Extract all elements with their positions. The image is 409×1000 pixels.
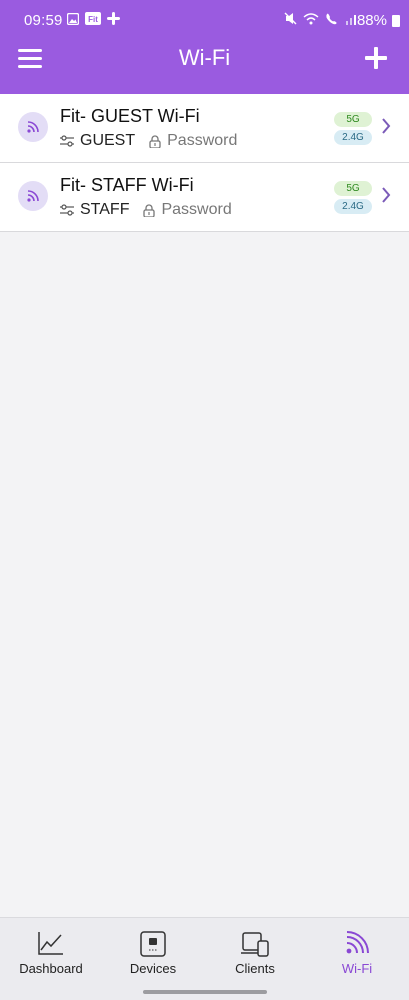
network-details: STAFF Password <box>60 201 232 219</box>
tab-label: Devices <box>129 961 177 976</box>
network-name: Fit- GUEST Wi-Fi <box>60 106 200 126</box>
battery-percentage: 88% <box>356 12 387 29</box>
fit-app-icon: Fit <box>85 12 101 25</box>
wifi-icon <box>346 931 369 954</box>
line-chart-icon <box>38 932 63 955</box>
tab-wifi[interactable]: Wi-Fi <box>306 918 408 988</box>
sliders-icon <box>60 135 74 147</box>
sliders-icon <box>60 204 74 216</box>
band-badges: 5G 2.4G <box>334 181 372 214</box>
status-time: 09:59 <box>24 12 63 29</box>
wifi-network-list: Fit- GUEST Wi-Fi GUEST Password 5G 2.4G <box>0 94 409 232</box>
wifi-network-row-guest[interactable]: Fit- GUEST Wi-Fi GUEST Password 5G 2.4G <box>0 94 409 163</box>
wifi-calling-icon <box>303 13 319 25</box>
band-badge-2-4g: 2.4G <box>334 199 372 214</box>
tab-label: Wi-Fi <box>341 961 373 976</box>
band-badges: 5G 2.4G <box>334 112 372 145</box>
wifi-icon <box>18 181 48 211</box>
status-right-icons <box>284 12 359 25</box>
status-left-icons: Fit <box>67 12 120 25</box>
page-title: Wi-Fi <box>178 45 231 70</box>
svg-text:Fit: Fit <box>88 15 98 24</box>
chevron-right-icon <box>382 187 391 203</box>
clients-devices-icon <box>241 932 269 957</box>
tab-clients[interactable]: Clients <box>204 918 306 988</box>
mute-icon <box>284 12 297 25</box>
band-badge-2-4g: 2.4G <box>334 130 372 145</box>
tab-label: Clients <box>235 961 275 976</box>
add-network-button[interactable] <box>365 47 387 69</box>
tab-label: Dashboard <box>19 961 83 976</box>
device-icon <box>140 931 166 957</box>
lock-icon <box>149 134 161 148</box>
lock-icon <box>143 203 156 217</box>
wifi-network-row-staff[interactable]: Fit- STAFF Wi-Fi STAFF Password 5G 2.4G <box>0 163 409 232</box>
chevron-right-icon <box>382 118 391 134</box>
battery-icon <box>392 15 400 27</box>
tab-dashboard[interactable]: Dashboard <box>0 918 102 988</box>
network-security: Password <box>167 132 238 149</box>
slack-icon <box>107 12 120 25</box>
volte-icon <box>326 13 337 25</box>
home-indicator[interactable] <box>143 990 267 994</box>
network-details: GUEST Password <box>60 132 237 150</box>
network-name: Fit- STAFF Wi-Fi <box>60 175 194 195</box>
image-icon <box>67 12 79 25</box>
tab-devices[interactable]: Devices <box>102 918 204 988</box>
band-badge-5g: 5G <box>334 112 372 127</box>
network-security: Password <box>161 201 232 218</box>
wifi-icon <box>18 112 48 142</box>
status-bar: 09:59 Fit 88% <box>0 0 409 40</box>
band-badge-5g: 5G <box>334 181 372 196</box>
top-header: 09:59 Fit 88% Wi-Fi <box>0 0 409 94</box>
network-profile: STAFF <box>80 201 130 218</box>
bottom-navigation: Dashboard Devices Clients Wi-Fi <box>0 917 409 1000</box>
network-profile: GUEST <box>80 132 136 149</box>
